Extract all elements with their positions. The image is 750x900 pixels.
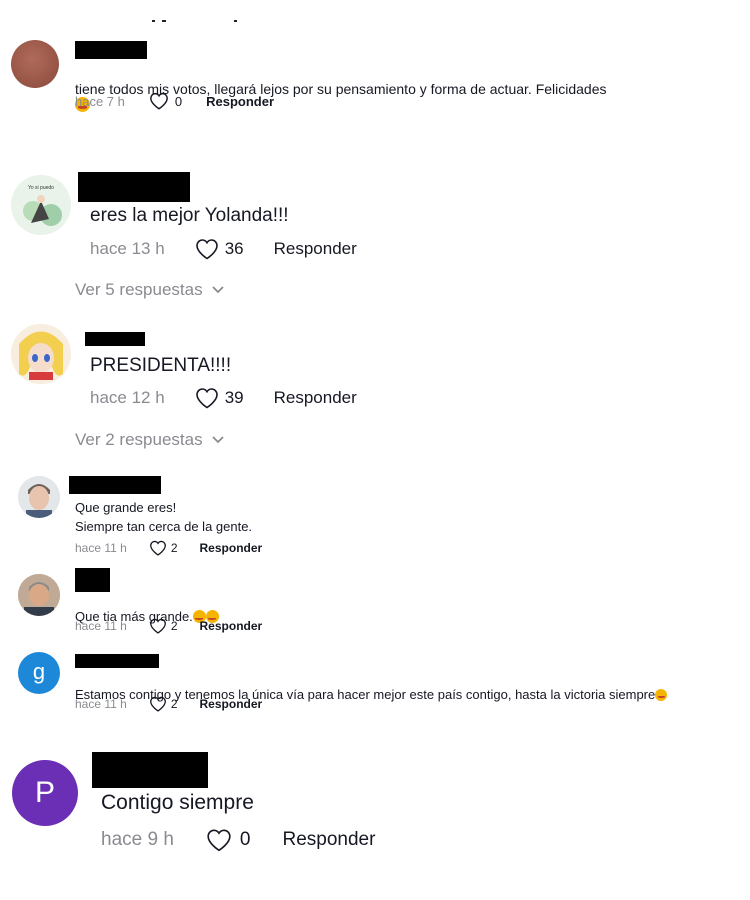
chevron-down-icon [211, 286, 224, 294]
comment-meta: hace 11 h 2 Responder [75, 618, 262, 634]
heart-icon [195, 239, 218, 260]
like-button[interactable]: 0 [149, 92, 182, 110]
like-count: 36 [224, 239, 244, 258]
avatar-art-text: Yo si puedo [28, 185, 54, 191]
like-count: 39 [224, 388, 244, 407]
comment-item: g Estamos contigo y tenemos la única vía… [0, 652, 750, 722]
reply-button[interactable]: Responder [274, 388, 357, 408]
like-button[interactable]: 36 [195, 238, 244, 260]
like-count: 0 [174, 93, 183, 109]
comment-meta: hace 11 h 2 Responder [75, 696, 262, 712]
user-avatar[interactable] [18, 476, 60, 518]
like-count: 2 [170, 619, 178, 633]
reply-button[interactable]: Responder [274, 239, 357, 259]
reply-button[interactable]: Responder [200, 541, 263, 555]
reply-button[interactable]: Responder [282, 829, 375, 851]
comment-meta: hace 9 h 0 Responder [101, 828, 375, 852]
comment-text: PRESIDENTA!!!! [90, 355, 232, 376]
user-avatar[interactable]: P [12, 760, 78, 826]
comment-text: eres la mejor Yolanda!!! [90, 205, 289, 226]
comment-item: Que grande eres! Siempre tan cerca de la… [0, 476, 750, 556]
comment-text: Contigo siempre [101, 791, 254, 814]
comment-meta: hace 12 h 39 Responder [90, 387, 357, 409]
reply-button[interactable]: Responder [206, 94, 274, 109]
heart-icon [149, 540, 166, 556]
like-button[interactable]: 2 [149, 696, 178, 712]
redacted-username [75, 568, 110, 592]
view-replies-button[interactable]: Ver 2 respuestas [75, 430, 225, 450]
comment-item: P Contigo siempre hace 9 h 0 Responder [0, 752, 750, 862]
like-count: 2 [170, 541, 178, 555]
redacted-username [69, 476, 161, 494]
comment-item: tiene todos mis votos, llegará lejos por… [0, 40, 750, 120]
heart-icon [207, 829, 231, 852]
user-avatar[interactable] [11, 40, 59, 88]
reply-button[interactable]: Responder [200, 619, 263, 633]
like-count: 0 [239, 829, 251, 850]
heart-icon [149, 696, 166, 712]
view-replies-label: Ver 5 respuestas [75, 280, 203, 299]
reply-button[interactable]: Responder [200, 697, 263, 711]
comment-text: Que grande eres! Siempre tan cerca de la… [75, 500, 253, 534]
avatar-letter: P [34, 776, 55, 809]
redacted-username [75, 41, 147, 59]
user-avatar[interactable]: Yo si puedo [11, 175, 71, 235]
heart-icon [149, 92, 168, 110]
comment-time: hace 7 h [75, 93, 125, 109]
view-replies-button[interactable]: Ver 5 respuestas [75, 280, 225, 300]
comment-time: hace 11 h [75, 697, 127, 711]
cropped-top-text [150, 10, 250, 22]
comment-item: Yo si puedo eres la mejor Yolanda!!! hac… [0, 172, 750, 312]
view-replies-label: Ver 2 respuestas [75, 430, 203, 449]
like-button[interactable]: 2 [149, 618, 178, 634]
comment-time: hace 9 h [101, 829, 174, 850]
comment-item: Que tia más grande. hace 11 h 2 Responde… [0, 568, 750, 638]
user-avatar[interactable] [11, 324, 71, 384]
comment-time: hace 12 h [90, 388, 165, 407]
redacted-username [75, 654, 159, 668]
like-button[interactable]: 39 [195, 387, 244, 409]
heart-icon [195, 388, 218, 409]
heart-icon [149, 618, 166, 634]
like-button[interactable]: 2 [149, 540, 178, 556]
comment-time: hace 11 h [75, 541, 127, 555]
redacted-username [92, 752, 208, 788]
avatar-letter: g [32, 659, 46, 684]
comment-meta: hace 13 h 36 Responder [90, 238, 357, 260]
comment-meta: hace 11 h 2 Responder [75, 540, 262, 556]
chevron-down-icon [211, 436, 224, 444]
user-avatar[interactable]: g [18, 652, 60, 694]
user-avatar[interactable] [18, 574, 60, 616]
comment-time: hace 13 h [90, 239, 165, 258]
comment-item: PRESIDENTA!!!! hace 12 h 39 Responder Ve… [0, 324, 750, 454]
redacted-username [78, 172, 190, 202]
comment-time: hace 11 h [75, 619, 127, 633]
smirking-face-emoji [655, 689, 668, 701]
redacted-username [85, 332, 145, 346]
comment-meta: hace 7 h 0 Responder [75, 92, 274, 110]
like-count: 2 [170, 697, 178, 711]
like-button[interactable]: 0 [206, 828, 251, 852]
